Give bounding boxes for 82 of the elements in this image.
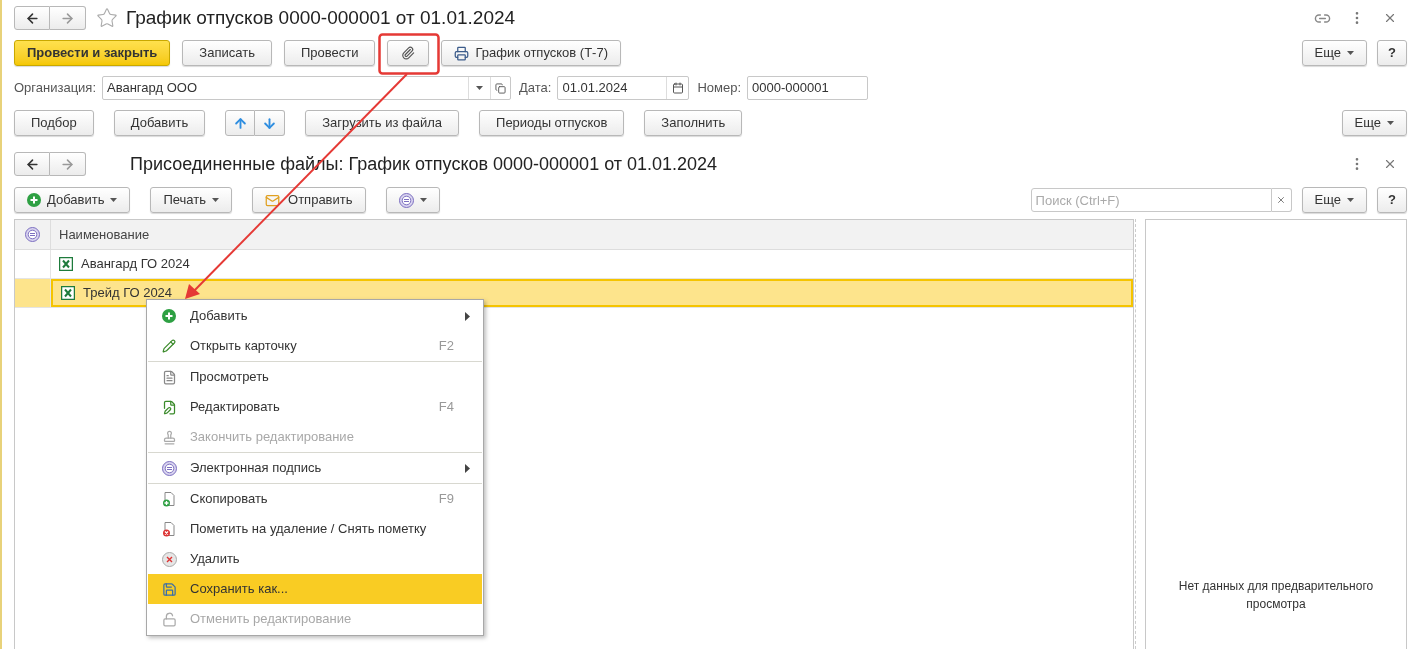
print-menu-button[interactable]: Печать xyxy=(150,187,233,213)
edit-document-icon xyxy=(162,399,177,415)
submenu-arrow-icon xyxy=(465,463,470,473)
menu-item[interactable]: Редактировать F4 xyxy=(148,392,482,422)
dropdown-caret-icon xyxy=(476,86,484,90)
spreadsheet-icon xyxy=(61,286,75,300)
save-icon xyxy=(162,581,177,597)
document-icon xyxy=(162,369,177,385)
shortcut-label: F4 xyxy=(438,398,454,417)
caret-icon xyxy=(110,198,118,202)
stamp-icon xyxy=(162,429,177,445)
close-icon[interactable] xyxy=(1383,157,1397,171)
add-button[interactable]: Добавить xyxy=(14,187,131,213)
help-button[interactable]: ? xyxy=(1377,187,1407,213)
field-label: Организация: xyxy=(14,79,97,98)
menu-item[interactable]: Скопировать F9 xyxy=(148,484,482,514)
envelope-icon xyxy=(265,192,281,208)
delete-mark-icon xyxy=(162,521,176,537)
paperclip-icon xyxy=(401,46,416,60)
plus-circle-icon xyxy=(27,193,41,207)
submenu-arrow-icon xyxy=(465,311,470,321)
caret-icon xyxy=(419,198,427,202)
menu-item[interactable]: Пометить на удаление / Снять пометку xyxy=(148,514,482,544)
field-label: Дата: xyxy=(519,79,552,98)
back-button[interactable] xyxy=(14,6,50,30)
caret-icon xyxy=(1347,198,1355,202)
signature-menu-button[interactable] xyxy=(385,187,440,213)
calendar-icon xyxy=(671,82,684,94)
plus-circle-icon xyxy=(162,309,176,323)
file-row[interactable]: Авангард ГО 2024 xyxy=(51,250,1133,278)
send-button[interactable]: Отправить xyxy=(252,187,366,213)
post-and-close-button[interactable]: Провести и закрыть xyxy=(14,40,171,66)
search-field[interactable]: Поиск (Ctrl+F) xyxy=(1030,188,1272,212)
more-button[interactable]: Еще xyxy=(1301,187,1368,213)
toolbar-button[interactable]: Подбор xyxy=(14,110,94,136)
toolbar-button[interactable]: Провести xyxy=(283,40,376,66)
caret-icon xyxy=(1347,51,1355,55)
clear-icon xyxy=(1276,195,1287,205)
back-button[interactable] xyxy=(14,152,50,176)
print-button[interactable]: График отпусков (Т-7) xyxy=(441,40,621,66)
move-down-button[interactable] xyxy=(255,110,286,136)
menu-item[interactable]: Открыть карточку F2 xyxy=(148,331,482,361)
pencil-icon xyxy=(162,339,176,353)
shortcut-label: F9 xyxy=(438,490,454,509)
signature-icon xyxy=(398,192,414,208)
toolbar-button[interactable]: Заполнить xyxy=(644,110,743,136)
spreadsheet-icon xyxy=(59,257,73,271)
more-button[interactable]: Еще xyxy=(1301,40,1368,66)
attach-button[interactable] xyxy=(387,40,430,66)
signature-icon xyxy=(25,227,40,242)
more-button[interactable]: Еще xyxy=(1341,110,1407,136)
caret-icon xyxy=(1387,121,1394,125)
menu-item[interactable]: Сохранить как... xyxy=(148,574,482,604)
organization-field[interactable]: Авангард ООО xyxy=(102,76,512,100)
favorite-star-icon[interactable] xyxy=(96,7,118,29)
delete-icon xyxy=(162,551,177,567)
printer-icon xyxy=(454,45,470,61)
caret-icon xyxy=(212,198,220,202)
down-arrow-icon xyxy=(262,115,278,131)
toolbar-button[interactable]: Периоды отпусков xyxy=(479,110,625,136)
unlock-icon xyxy=(162,611,177,627)
menu-item[interactable]: Электронная подпись xyxy=(148,453,482,483)
close-icon[interactable] xyxy=(1383,11,1397,25)
shortcut-label: F2 xyxy=(438,337,454,356)
clear-search-button[interactable] xyxy=(1271,188,1292,212)
back-arrow-icon xyxy=(24,156,40,172)
open-form-icon xyxy=(495,82,507,94)
preview-message: Нет данных для предварительного просмотра xyxy=(1177,578,1375,613)
window-title: График отпусков 0000-000001 от 01.01.2024 xyxy=(126,5,516,30)
back-arrow-icon xyxy=(24,10,40,26)
toolbar-button[interactable]: Записать xyxy=(182,40,272,66)
menu-item[interactable]: Просмотреть xyxy=(148,362,482,392)
signature-icon xyxy=(162,460,177,476)
toolbar-button[interactable]: Добавить xyxy=(113,110,206,136)
move-up-button[interactable] xyxy=(225,110,256,136)
help-button[interactable]: ? xyxy=(1377,40,1407,66)
field-label: Номер: xyxy=(697,79,742,98)
menu-item[interactable]: Удалить xyxy=(148,544,482,574)
date-field[interactable]: 01.01.2024 xyxy=(557,76,690,100)
number-field[interactable]: 0000-000001 xyxy=(747,76,869,100)
annotation-highlight-frame xyxy=(378,33,440,75)
copy-document-icon xyxy=(162,491,176,507)
